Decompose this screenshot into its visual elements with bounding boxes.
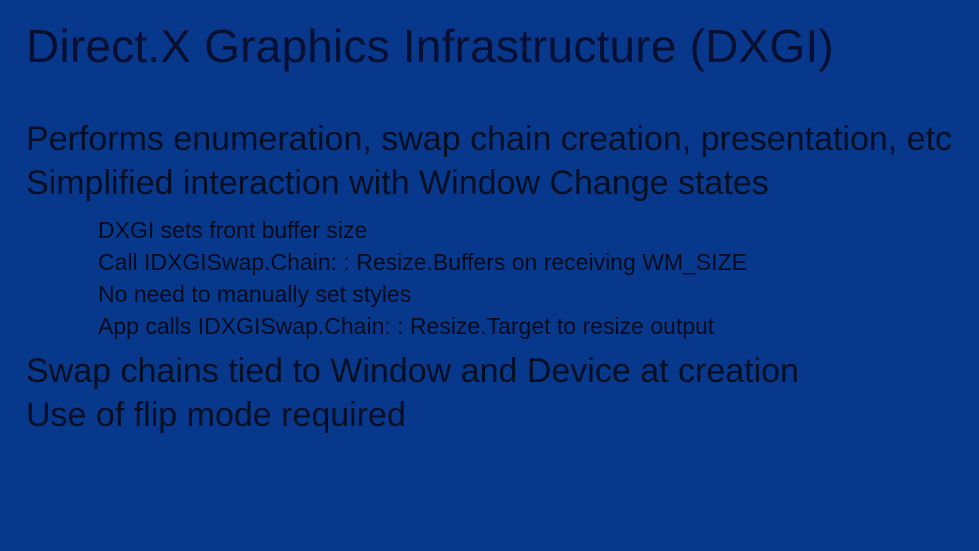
body-line-1: Performs enumeration, swap chain creatio… [26, 118, 953, 162]
sub-line-4: App calls IDXGISwap.Chain: : Resize.Targ… [98, 311, 953, 343]
sub-line-1: DXGI sets front buffer size [98, 215, 953, 247]
sub-line-2: Call IDXGISwap.Chain: : Resize.Buffers o… [98, 247, 953, 279]
slide-title: Direct.X Graphics Infrastructure (DXGI) [26, 22, 953, 70]
body-line-3: Swap chains tied to Window and Device at… [26, 350, 953, 394]
sub-bullet-block: DXGI sets front buffer size Call IDXGISw… [98, 215, 953, 342]
sub-line-3: No need to manually set styles [98, 279, 953, 311]
body-line-4: Use of flip mode required [26, 394, 953, 438]
slide: Direct.X Graphics Infrastructure (DXGI) … [0, 0, 979, 551]
body-line-2: Simplified interaction with Window Chang… [26, 162, 953, 206]
